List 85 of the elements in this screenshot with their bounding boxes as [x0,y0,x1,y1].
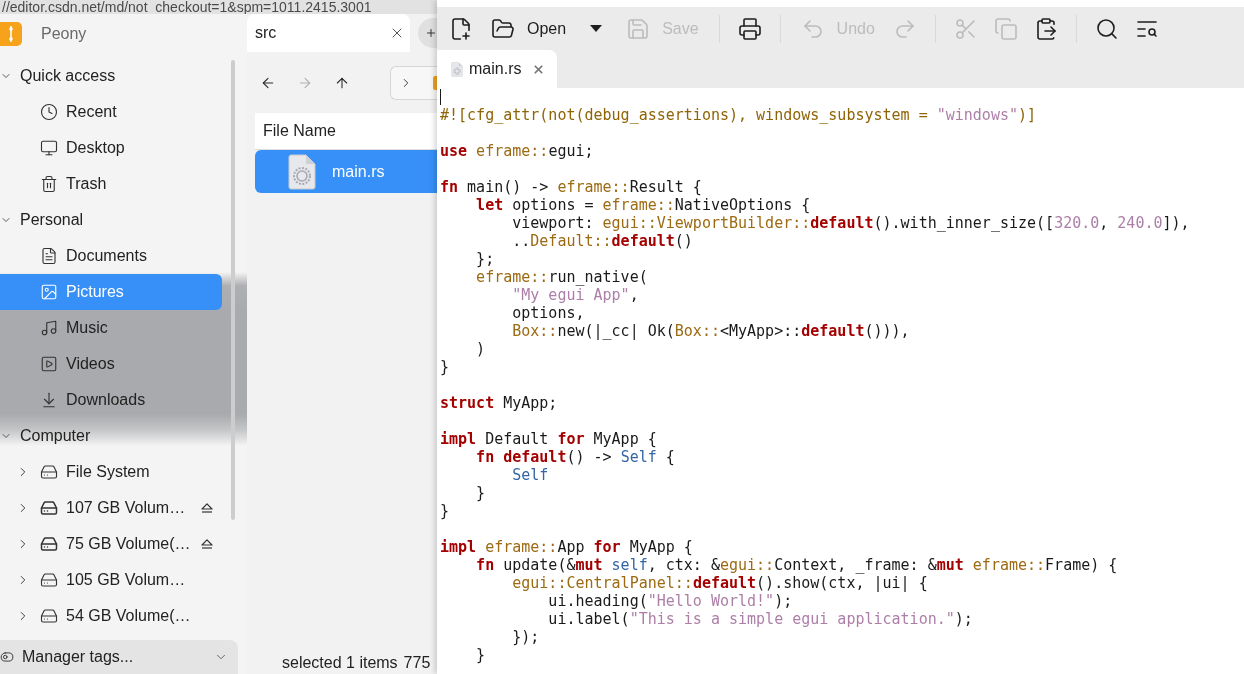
code-line: ui.label("This is a simple egui application."); [547,610,973,628]
file-icon [288,153,316,190]
code-line: viewport: egui::ViewportBuilder::default().with_inner_size([320.0, 240.0]), [511,214,1190,232]
section-header[interactable]: Personal [0,202,84,238]
new-tab-button[interactable] [418,18,437,48]
code-line: impl Default for MyApp { [440,430,657,448]
code-line: #![cfg_attr(not(debug_assertions), windows_subsystem = "windows")] [440,106,1037,124]
caret-icon [590,25,603,32]
code-line: ) [475,340,486,358]
tags-dropdown[interactable]: Manager tags... [0,640,238,674]
folder-tab[interactable]: src [247,14,410,52]
drive-icon [40,607,58,625]
code-line: struct MyApp; [440,394,558,412]
download-icon [40,391,58,409]
copy-icon [993,16,1018,41]
drive-icon [40,499,58,517]
sidebar-item[interactable]: Downloads [0,382,222,418]
path-segment-icon [433,76,437,90]
path-bar[interactable] [390,66,437,100]
code-line: } [440,358,450,376]
address-text: //editor.csdn.net/md/not_checkout=1&spm=1011.2415.3001 [2,0,372,14]
editor-tab[interactable]: main.rs [437,50,557,88]
code-line: options, [511,304,585,322]
search-icon [1094,16,1119,41]
code-line: impl eframe::App for MyApp { [440,538,693,556]
drive-icon [40,535,58,553]
sidebar-item[interactable]: 75 GB Volume(… [0,526,222,562]
code-line: let options = eframe::NativeOptions { [475,196,811,214]
folder-icon [491,16,515,41]
code-line: "My egui App", [511,286,639,304]
drive-icon [40,571,58,589]
code-line: } [475,646,486,664]
image-icon [40,283,58,301]
logo-icon [0,22,22,46]
code-line: fn main() -> eframe::Result { [440,178,702,196]
scrollbar[interactable] [231,60,235,520]
section-header[interactable]: Computer [0,418,91,454]
arrow-left-icon [260,75,276,91]
clock-icon [40,103,58,121]
printer-icon [737,16,762,41]
eject-icon[interactable] [201,539,213,549]
drive-icon [40,463,58,481]
code-line: ui.heading("Hello World!"); [547,592,793,610]
code-line: eframe::run_native( [475,268,648,286]
selection-status: selected 1 items [282,654,398,672]
eject-icon[interactable] [201,503,213,513]
app-title: Peony [41,25,87,43]
code-line: use eframe::egui; [440,142,594,160]
sidebar-item[interactable]: File System [0,454,222,490]
code-line: }; [475,250,495,268]
monitor-icon [40,139,58,157]
music-icon [40,319,58,337]
code-line: } [440,502,450,520]
sidebar-item[interactable]: Recent [0,94,222,130]
video-icon [40,355,58,373]
code-line: Box::new(|_cc| Ok(Box::<MyApp>::default())), [511,322,910,340]
open-button[interactable]: Open [485,11,573,46]
scissors-icon [953,16,978,41]
column-header[interactable]: File Name [255,113,437,150]
file-size-text: 775 [403,654,431,672]
toggle-icon [0,650,14,664]
section-header[interactable]: Quick access [0,58,116,94]
sidebar-item[interactable]: 107 GB Volum… [0,490,222,526]
save-icon [626,16,651,41]
sidebar-item[interactable]: 54 GB Volume(… [0,598,222,634]
arrow-right-icon [297,75,313,91]
code-line: }); [511,628,540,646]
sidebar-item[interactable]: Desktop [0,130,222,166]
document-icon [40,247,58,265]
code-line: fn default() -> Self { [475,448,675,466]
file-icon [451,61,463,77]
code-line: ..Default::default() [511,232,693,250]
code-line: } [475,484,486,502]
file-plus-icon [449,16,473,41]
close-icon[interactable] [532,62,545,76]
sidebar-item[interactable]: Trash [0,166,222,202]
sidebar-item[interactable]: Documents [0,238,222,274]
code-line: egui::CentralPanel::default().show(ctx, |ui| { [511,574,928,592]
sidebar-item[interactable]: 105 GB Volum… [0,562,222,598]
plus-icon [425,27,437,39]
code-line: Self [511,466,549,484]
trash-icon [40,175,58,193]
sidebar-item[interactable]: Videos [0,346,222,382]
sidebar-item[interactable]: Music [0,310,222,346]
code-line: fn update(&mut self, ctx: &egui::Context, _frame: &mut eframe::Frame) { [475,556,1118,574]
